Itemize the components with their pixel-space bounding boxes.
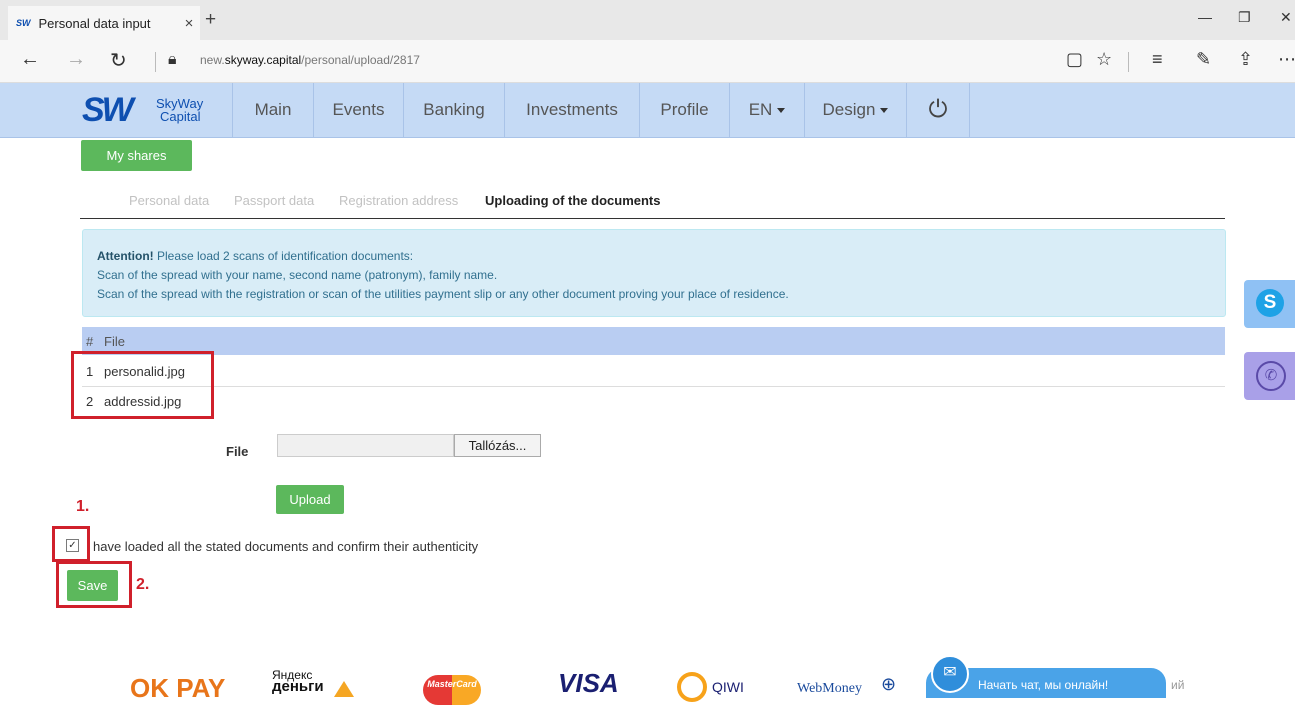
site-favicon-icon: SW — [16, 18, 31, 28]
url-field[interactable]: new.skyway.capital/personal/upload/2817 — [200, 53, 420, 67]
table-row: 2 addressid.jpg — [82, 387, 1225, 416]
window-close-icon[interactable]: ✕ — [1280, 9, 1292, 26]
url-prefix: new. — [200, 53, 225, 67]
chevron-down-icon — [777, 108, 786, 114]
refresh-icon[interactable]: ↻ — [110, 48, 127, 73]
annotation-label-2: 2. — [136, 576, 150, 593]
reading-view-icon[interactable]: ▢ — [1066, 49, 1083, 70]
files-table-header: # File — [82, 327, 1225, 355]
skype-icon: S — [1256, 289, 1284, 317]
url-path: /personal/upload/2817 — [301, 53, 420, 67]
my-shares-button[interactable]: My shares — [81, 140, 192, 171]
site-navbar: SW SkyWay Capital Main Events Banking Inv… — [0, 83, 1295, 138]
webmoney-globe-icon: ⊕ — [881, 674, 897, 694]
mastercard-logo: MasterCard — [423, 675, 481, 705]
tab-title: Personal data input — [38, 15, 151, 31]
share-icon[interactable]: ⇪ — [1238, 49, 1253, 70]
restore-icon[interactable]: ❐ — [1238, 9, 1251, 26]
tab-passport-data[interactable]: Passport data — [234, 193, 314, 208]
browser-tab[interactable]: SW Personal data input × — [8, 6, 200, 40]
browse-button[interactable]: Tallózás... — [454, 434, 541, 457]
chevron-down-icon — [880, 108, 889, 114]
toolbar-divider — [1128, 52, 1129, 72]
upload-button[interactable]: Upload — [276, 485, 344, 514]
more-icon[interactable]: ⋯ — [1278, 49, 1295, 70]
visa-logo: VISA — [558, 668, 619, 698]
skyway-logo[interactable]: SW SkyWay Capital — [80, 91, 230, 129]
browser-tab-bar: SW Personal data input × + — ❐ ✕ — [0, 0, 1295, 40]
annotation-label-1: 1. — [76, 498, 90, 515]
step-tabs: Personal data Passport data Registration… — [80, 185, 1225, 219]
nav-item-banking[interactable]: Banking — [403, 83, 504, 137]
qiwi-circle-icon — [677, 672, 707, 702]
skype-button[interactable]: S — [1244, 280, 1295, 328]
forward-icon[interactable]: → — [66, 48, 86, 71]
header-number: # — [86, 334, 94, 349]
lock-icon: 🔒︎ — [168, 51, 177, 68]
nav-item-investments[interactable]: Investments — [504, 83, 639, 137]
chat-bubble-icon[interactable]: ✉ — [931, 655, 969, 693]
confirm-label: have loaded all the stated documents and… — [93, 539, 479, 554]
file-path-input[interactable] — [277, 434, 454, 457]
yandex-money-logo: Яндекс деньги — [272, 668, 324, 695]
address-bar: ← → ↻ 🔒︎ new.skyway.capital/personal/upl… — [0, 40, 1295, 83]
annotation-box-files — [71, 351, 214, 419]
url-domain: skyway.capital — [224, 53, 302, 67]
toolbar-divider — [155, 52, 156, 72]
nav-item-events[interactable]: Events — [313, 83, 403, 137]
back-icon[interactable]: ← — [20, 48, 40, 71]
nav-item-language[interactable]: EN — [729, 83, 804, 137]
table-row: 1 personalid.jpg — [82, 357, 1225, 387]
favorite-star-icon[interactable]: ☆ — [1096, 49, 1112, 70]
nav-item-main[interactable]: Main — [232, 83, 313, 137]
alert-line-1: Attention! Please load 2 scans of identi… — [97, 249, 414, 263]
nav-item-profile[interactable]: Profile — [639, 83, 729, 137]
attention-alert: Attention! Please load 2 scans of identi… — [82, 229, 1226, 317]
tab-registration-address[interactable]: Registration address — [339, 193, 458, 208]
alert-line-3: Scan of the spread with the registration… — [97, 287, 789, 301]
new-tab-icon[interactable]: + — [205, 9, 216, 31]
logo-mark: SW — [82, 91, 134, 129]
file-label: File — [226, 444, 249, 459]
minimize-icon[interactable]: — — [1198, 9, 1212, 25]
viber-button[interactable]: ✆ — [1244, 352, 1295, 400]
tab-uploading-documents[interactable]: Uploading of the documents — [485, 193, 661, 208]
phone-icon: ✆ — [1256, 361, 1286, 391]
nav-item-design[interactable]: Design — [804, 83, 906, 137]
qiwi-logo: QIWI — [712, 679, 744, 695]
live-chat-label: Начать чат, мы онлайн! — [978, 678, 1109, 692]
hub-icon[interactable]: ≡ — [1152, 49, 1163, 70]
logo-text: SkyWay Capital — [156, 96, 204, 124]
save-button[interactable]: Save — [67, 570, 118, 601]
close-tab-icon[interactable]: × — [178, 15, 200, 32]
web-note-icon[interactable]: ✎ — [1196, 49, 1211, 70]
header-file: File — [104, 334, 125, 349]
confirm-checkbox[interactable]: ✓ — [66, 539, 79, 552]
alert-line-2: Scan of the spread with your name, secon… — [97, 268, 498, 282]
okpay-logo: OK PAY — [130, 673, 226, 703]
power-icon[interactable]: ⏻ — [906, 83, 970, 137]
tab-personal-data[interactable]: Personal data — [129, 193, 209, 208]
partial-footer-text: ий — [1171, 678, 1185, 692]
